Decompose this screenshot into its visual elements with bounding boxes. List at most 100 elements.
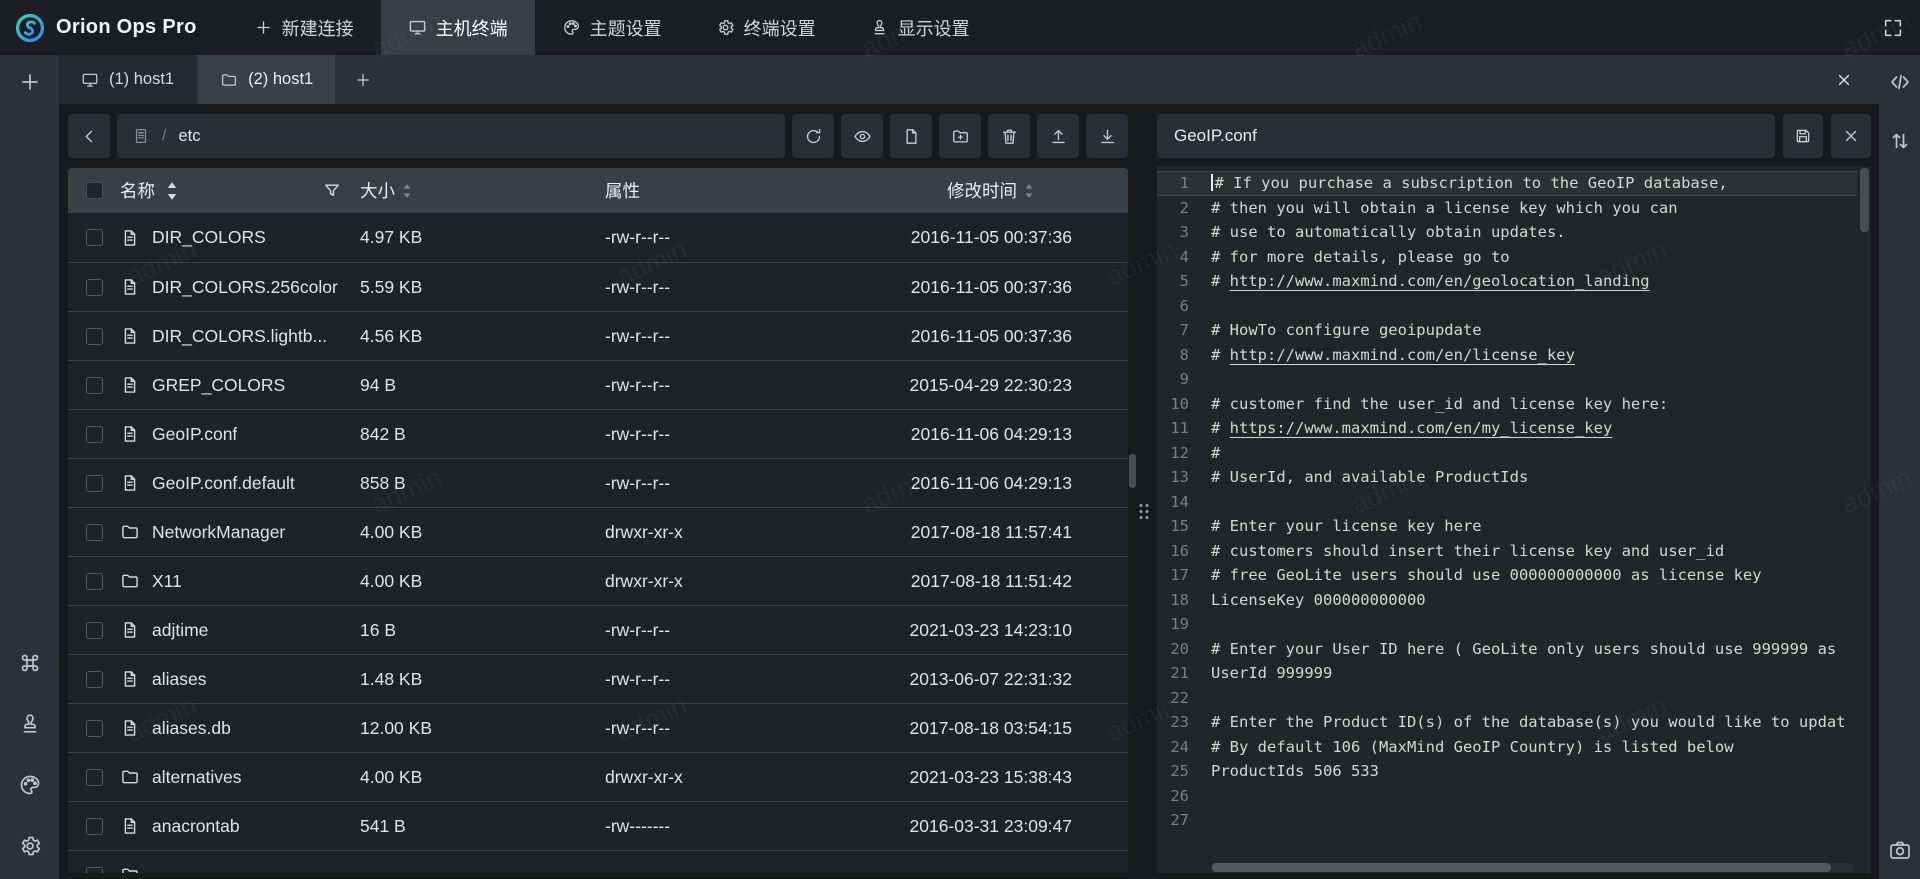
filter-funnel-icon[interactable]: [322, 181, 342, 201]
table-row[interactable]: GREP_COLORS94 B-rw-r--r--2015-04-29 22:3…: [68, 360, 1128, 409]
row-checkbox[interactable]: [86, 426, 103, 443]
fullscreen-button[interactable]: [1866, 0, 1920, 55]
nav-item-host-terminal[interactable]: 主机终端: [381, 0, 535, 55]
file-size: 4.56 KB: [360, 326, 605, 347]
row-checkbox[interactable]: [86, 524, 103, 541]
editor-filename: GeoIP.conf: [1157, 114, 1775, 158]
drag-handle-icon[interactable]: [1140, 504, 1149, 519]
add-tab-button[interactable]: [337, 55, 389, 104]
scrollbar-thumb[interactable]: [1212, 863, 1831, 872]
code-link[interactable]: http://www.maxmind.com/en/geolocation_la…: [1230, 272, 1650, 290]
plus-icon: [354, 71, 372, 89]
rail-palette-button[interactable]: [15, 770, 45, 800]
row-checkbox[interactable]: [86, 622, 103, 639]
breadcrumb-path[interactable]: etc: [178, 127, 200, 146]
terminal-tab-2[interactable]: (2) host1: [198, 55, 335, 104]
sort-size-icon[interactable]: [402, 183, 412, 199]
code-link[interactable]: http://www.maxmind.com/en/license_key: [1230, 346, 1575, 364]
code-editor[interactable]: 1# If you purchase a subscription to the…: [1157, 166, 1871, 873]
table-row[interactable]: aliases.db12.00 KB-rw-r--r--2017-08-18 0…: [68, 703, 1128, 752]
file-attrs: drwxr-xr-x: [605, 767, 850, 788]
back-button[interactable]: [68, 114, 110, 158]
trash-icon: [1000, 127, 1019, 146]
terminal-tab-1[interactable]: (1) host1: [59, 55, 196, 104]
close-panel-button[interactable]: [1831, 67, 1857, 93]
rail-user-stamp-button[interactable]: [15, 709, 45, 739]
refresh-button[interactable]: [792, 114, 834, 158]
rail-plus-button[interactable]: [15, 67, 45, 97]
nav-item-theme-settings[interactable]: 主题设置: [535, 0, 689, 55]
editor-vertical-scrollbar[interactable]: [1860, 168, 1869, 232]
row-checkbox[interactable]: [86, 573, 103, 590]
code-line: 2# then you will obtain a license key wh…: [1157, 196, 1857, 221]
row-checkbox-cell: [68, 671, 120, 688]
code-line: 8# http://www.maxmind.com/en/license_key: [1157, 343, 1857, 368]
editor-horizontal-scrollbar[interactable]: [1211, 863, 1855, 872]
table-row[interactable]: adjtime16 B-rw-r--r--2021-03-23 14:23:10: [68, 605, 1128, 654]
row-checkbox[interactable]: [86, 720, 103, 737]
table-row[interactable]: GeoIP.conf.default858 B-rw-r--r--2016-11…: [68, 458, 1128, 507]
text-cursor: [1211, 174, 1213, 191]
editor-close-button[interactable]: [1831, 114, 1871, 158]
breadcrumb[interactable]: / etc: [117, 114, 785, 158]
row-checkbox-cell: [68, 818, 120, 835]
table-row[interactable]: DIR_COLORS4.97 KB-rw-r--r--2016-11-05 00…: [68, 213, 1128, 262]
table-row[interactable]: anacrontab541 B-rw-------2016-03-31 23:0…: [68, 801, 1128, 850]
table-row[interactable]: aliases1.48 KB-rw-r--r--2013-06-07 22:31…: [68, 654, 1128, 703]
column-size-label: 大小: [360, 178, 395, 203]
file-name: aliases.db: [152, 718, 231, 739]
sort-name-icon[interactable]: [162, 181, 182, 201]
rail-gear-button[interactable]: [15, 831, 45, 861]
line-number: 11: [1157, 416, 1203, 441]
editor-panel: GeoIP.conf 1# If you purchase a subscrip…: [1151, 104, 1879, 879]
row-checkbox[interactable]: [86, 867, 103, 874]
new-folder-button[interactable]: [939, 114, 981, 158]
row-checkbox[interactable]: [86, 279, 103, 296]
download-button[interactable]: [1086, 114, 1128, 158]
tab-bar: (1) host1(2) host1: [59, 55, 1879, 104]
table-row[interactable]: [68, 850, 1128, 873]
code-line: 21UserId 999999: [1157, 661, 1857, 686]
save-button[interactable]: [1783, 114, 1823, 158]
folder-icon: [120, 767, 140, 787]
line-number: 7: [1157, 318, 1203, 343]
navbar-spacer: [997, 0, 1866, 55]
row-checkbox[interactable]: [86, 229, 103, 246]
line-text: [1203, 294, 1857, 319]
row-checkbox[interactable]: [86, 769, 103, 786]
row-checkbox[interactable]: [86, 475, 103, 492]
table-row[interactable]: DIR_COLORS.lightb...4.56 KB-rw-r--r--201…: [68, 311, 1128, 360]
code-line: 10# customer find the user_id and licens…: [1157, 392, 1857, 417]
upload-button[interactable]: [1037, 114, 1079, 158]
sort-mtime-icon[interactable]: [1024, 183, 1034, 199]
new-file-button[interactable]: [890, 114, 932, 158]
line-text: [1203, 367, 1857, 392]
code-line: 1# If you purchase a subscription to the…: [1157, 171, 1857, 196]
refresh-icon: [804, 127, 823, 146]
code-link[interactable]: https://www.maxmind.com/en/my_license_ke…: [1230, 419, 1613, 437]
row-checkbox-cell: [68, 867, 120, 874]
nav-item-new-connection[interactable]: 新建连接: [227, 0, 381, 55]
rail-code-button[interactable]: [1885, 67, 1915, 97]
row-checkbox[interactable]: [86, 328, 103, 345]
row-checkbox[interactable]: [86, 818, 103, 835]
file-list-scrollbar[interactable]: [1129, 454, 1136, 488]
table-row[interactable]: alternatives4.00 KBdrwxr-xr-x2021-03-23 …: [68, 752, 1128, 801]
table-row[interactable]: NetworkManager4.00 KBdrwxr-xr-x2017-08-1…: [68, 507, 1128, 556]
panel-splitter[interactable]: [1137, 104, 1151, 879]
rail-swap-vertical-button[interactable]: [1885, 126, 1915, 156]
row-checkbox[interactable]: [86, 671, 103, 688]
rail-command-button[interactable]: [15, 648, 45, 678]
table-row[interactable]: X114.00 KBdrwxr-xr-x2017-08-18 11:51:42: [68, 556, 1128, 605]
trash-button[interactable]: [988, 114, 1030, 158]
nav-item-display-settings[interactable]: 显示设置: [843, 0, 997, 55]
rail-camera-button[interactable]: [1885, 835, 1915, 865]
file-size: 94 B: [360, 375, 605, 396]
row-checkbox[interactable]: [86, 377, 103, 394]
table-row[interactable]: DIR_COLORS.256color5.59 KB-rw-r--r--2016…: [68, 262, 1128, 311]
doc-icon: [120, 473, 140, 493]
table-row[interactable]: GeoIP.conf842 B-rw-r--r--2016-11-06 04:2…: [68, 409, 1128, 458]
eye-button[interactable]: [841, 114, 883, 158]
select-all-checkbox[interactable]: [86, 182, 103, 199]
nav-item-terminal-settings[interactable]: 终端设置: [689, 0, 843, 55]
